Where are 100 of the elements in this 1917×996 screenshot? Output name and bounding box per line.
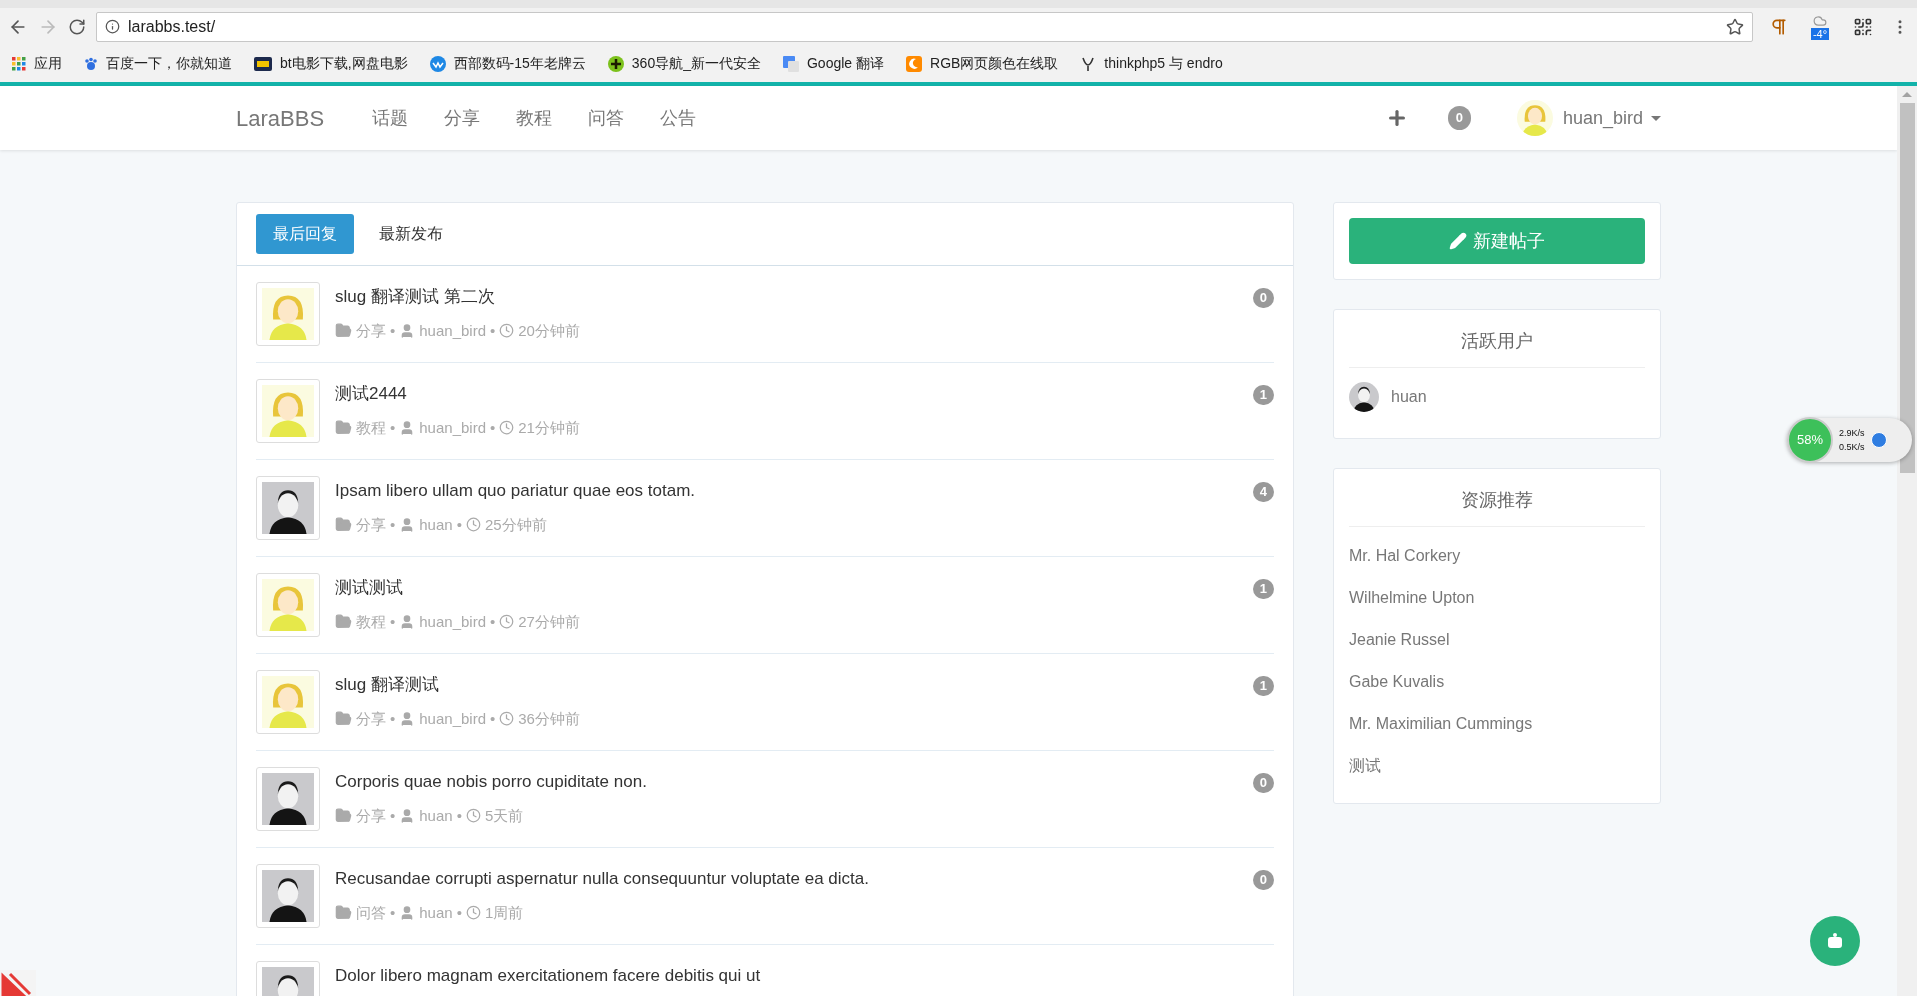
download-speed: 0.5K/s xyxy=(1839,441,1865,454)
avatar-frame[interactable] xyxy=(256,864,320,928)
topic-title[interactable]: slug 翻译测试 xyxy=(335,672,1238,698)
nav-link[interactable]: 问答 xyxy=(570,104,643,132)
user-link[interactable]: huan xyxy=(1391,385,1427,409)
apps-grid-icon xyxy=(12,56,26,71)
avatar xyxy=(262,385,314,437)
nav-link[interactable]: 话题 xyxy=(354,104,427,132)
weather-badge[interactable]: -4° xyxy=(1810,27,1830,40)
reply-count: 1 xyxy=(1252,579,1274,599)
clock-icon xyxy=(499,711,515,727)
tab[interactable]: 最新发布 xyxy=(362,214,460,254)
avatar xyxy=(1516,100,1553,136)
separator-dot: • xyxy=(390,708,396,729)
bookmark-link[interactable]: 百度一下，你就知道 xyxy=(106,53,232,74)
reply-count: 0 xyxy=(1252,288,1274,308)
separator-dot: • xyxy=(490,611,496,632)
tuning-fork-icon xyxy=(1080,55,1097,72)
separator-dot: • xyxy=(456,805,462,826)
new-topic-button[interactable]: 新建帖子 xyxy=(1349,218,1645,264)
author-link[interactable]: huan xyxy=(419,513,453,536)
folder-icon xyxy=(335,904,352,922)
brand-logo[interactable]: LaraBBS xyxy=(236,101,325,135)
bookmark-link[interactable]: bt电影下载,网盘电影 xyxy=(280,53,408,74)
time-text: 21分钟前 xyxy=(518,417,580,438)
avatar xyxy=(262,870,314,922)
avatar-frame[interactable] xyxy=(256,767,320,831)
topic-title[interactable]: Recusandae corrupti aspernatur nulla consequuntur voluptate ea dicta. xyxy=(335,866,1238,892)
reload-icon[interactable] xyxy=(68,17,86,36)
bookmark-link[interactable]: RGB网页颜色在线取 xyxy=(930,53,1059,74)
separator-dot: • xyxy=(456,514,462,535)
folder-icon xyxy=(335,710,352,728)
bookmark-star-icon[interactable] xyxy=(1726,17,1744,36)
resource-link[interactable]: Mr. Maximilian Cummings xyxy=(1349,715,1533,732)
pencil-icon xyxy=(1449,232,1467,250)
qr-code-icon[interactable] xyxy=(1853,16,1873,37)
author-link[interactable]: huan xyxy=(419,804,453,827)
paw-icon xyxy=(84,56,98,71)
topic-title[interactable]: Dolor libero magnam exercitationem facere debitis qui ut xyxy=(335,963,1274,989)
folder-icon xyxy=(335,516,352,534)
time-text: 20分钟前 xyxy=(518,320,580,341)
avatar xyxy=(262,288,314,340)
scrollbar[interactable] xyxy=(1897,86,1917,996)
notification-count[interactable]: 0 xyxy=(1447,106,1471,130)
category-link[interactable]: 分享 xyxy=(356,319,386,342)
reply-count: 4 xyxy=(1252,482,1274,502)
bookmark-link[interactable]: 360导航_新一代安全 xyxy=(631,53,761,74)
reply-count: 1 xyxy=(1252,385,1274,405)
robot-icon[interactable] xyxy=(1810,916,1860,966)
time-text: 27分钟前 xyxy=(518,611,580,632)
resource-link[interactable]: 测试 xyxy=(1349,757,1381,774)
card-title: 资源推荐 xyxy=(1349,487,1645,527)
category-link[interactable]: 教程 xyxy=(356,610,386,633)
nav-link[interactable]: 公告 xyxy=(642,104,715,132)
user-menu[interactable]: huan_bird xyxy=(1562,104,1661,132)
bookmark-link[interactable]: Google 翻译 xyxy=(806,53,884,74)
separator-dot: • xyxy=(390,611,396,632)
bookmark-link[interactable]: 西部数码-15年老牌云 xyxy=(453,53,586,74)
nav-link[interactable]: 教程 xyxy=(498,104,571,132)
separator-dot: • xyxy=(390,514,396,535)
folder-icon xyxy=(335,807,352,825)
clock-icon xyxy=(465,905,481,921)
category-link[interactable]: 分享 xyxy=(356,804,386,827)
category-link[interactable]: 教程 xyxy=(356,416,386,439)
info-icon[interactable] xyxy=(105,19,120,34)
clock-icon xyxy=(499,614,515,630)
resource-link[interactable]: Mr. Hal Corkery xyxy=(1349,547,1461,564)
app-logo-icon[interactable] xyxy=(0,970,36,996)
separator-dot: • xyxy=(390,805,396,826)
topic-title[interactable]: Corporis quae nobis porro cupiditate non. xyxy=(335,769,1238,795)
bookmark-link[interactable]: thinkphp5 与 endro xyxy=(1104,53,1223,74)
category-link[interactable]: 分享 xyxy=(356,707,386,730)
avatar xyxy=(262,482,314,534)
category-link[interactable]: 分享 xyxy=(356,513,386,536)
separator-dot: • xyxy=(490,708,496,729)
topic-title[interactable]: Ipsam libero ullam quo pariatur quae eos totam. xyxy=(335,478,1238,504)
avatar xyxy=(262,579,314,631)
resource-link[interactable]: Jeanie Russel xyxy=(1349,631,1450,648)
topic-title[interactable]: 测试2444 xyxy=(335,381,1238,407)
reply-count: 0 xyxy=(1252,870,1274,890)
category-link[interactable]: 问答 xyxy=(356,901,386,924)
folder-icon xyxy=(335,322,352,340)
tab[interactable]: 最后回复 xyxy=(256,214,354,254)
folder-icon xyxy=(335,613,352,631)
nav-link[interactable]: 分享 xyxy=(426,104,499,132)
address-bar[interactable]: larabbs.test/ xyxy=(96,11,1753,42)
separator-dot: • xyxy=(456,902,462,923)
clock-icon xyxy=(499,323,515,339)
speed-widget[interactable]: 58% 2.9K/s 0.5K/s xyxy=(1787,418,1912,462)
avatar-frame[interactable] xyxy=(256,476,320,540)
resource-link[interactable]: Gabe Kuvalis xyxy=(1349,673,1445,690)
resource-link[interactable]: Wilhelmine Upton xyxy=(1349,589,1475,606)
topic-title[interactable]: slug 翻译测试 第二次 xyxy=(335,284,1238,310)
bookmark-link[interactable]: 应用 xyxy=(34,53,62,74)
url-text: larabbs.test/ xyxy=(128,16,217,37)
author-link[interactable]: huan xyxy=(419,901,453,924)
topic-title[interactable]: 测试测试 xyxy=(335,575,1238,601)
reply-count: 1 xyxy=(1252,676,1274,696)
clock-icon xyxy=(465,808,481,824)
clock-icon xyxy=(465,517,481,533)
